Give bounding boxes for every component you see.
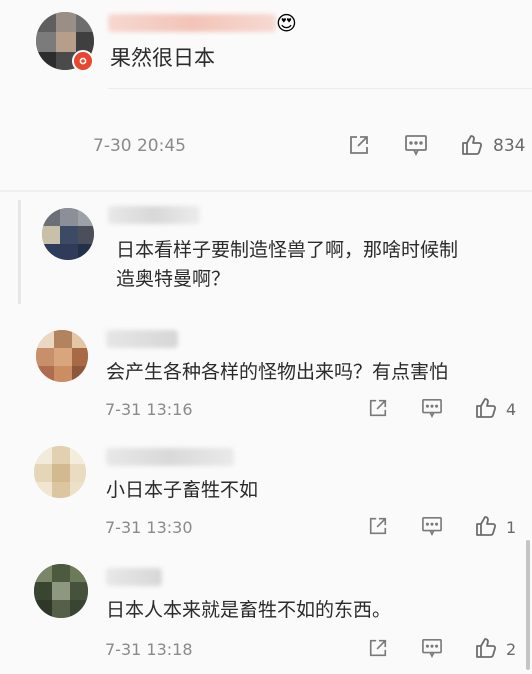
comment-timestamp: 7-31 13:30 xyxy=(105,518,193,537)
thumbs-up-icon[interactable] xyxy=(474,636,498,664)
like-count: 1 xyxy=(506,518,517,537)
like-count: 834 xyxy=(493,136,526,156)
quote-bar xyxy=(18,200,21,304)
username-blurred[interactable] xyxy=(108,14,276,32)
scrollbar[interactable] xyxy=(526,540,530,670)
username-blurred[interactable] xyxy=(106,448,234,466)
username-blurred[interactable] xyxy=(106,330,178,348)
like-count: 2 xyxy=(506,640,517,659)
comment-item: 日本看样子要制造怪兽了啊，那啥时候制造奥特曼啊？ xyxy=(0,192,532,312)
comment-text: 日本人本来就是畜牲不如的东西。 xyxy=(106,599,392,621)
share-icon[interactable] xyxy=(348,134,370,160)
comment-text: 会产生各种各样的怪物出来吗？有点害怕 xyxy=(106,361,449,383)
share-icon[interactable] xyxy=(368,516,388,540)
comment-icon[interactable] xyxy=(404,134,428,160)
avatar[interactable] xyxy=(34,446,86,498)
comment-timestamp: 7-30 20:45 xyxy=(93,136,186,156)
divider xyxy=(108,88,532,89)
comment-timestamp: 7-31 13:16 xyxy=(105,400,193,419)
username-blurred[interactable] xyxy=(108,206,200,224)
comment-text: 小日本子畜牲不如 xyxy=(106,479,259,501)
username-blurred[interactable] xyxy=(106,568,162,586)
comment-item: 😍 果然很日本 7-30 20:45 834 xyxy=(0,0,532,190)
thumbs-up-icon[interactable] xyxy=(474,514,498,542)
comment-item: 日本人本来就是畜牲不如的东西。 7-31 13:18 2 xyxy=(0,556,532,674)
like-count: 4 xyxy=(506,400,517,419)
comment-item: 小日本子畜牲不如 7-31 13:30 1 xyxy=(0,436,532,548)
comment-feed: 😍 果然很日本 7-30 20:45 834 日本看样子要制造怪兽了啊，那啥时候… xyxy=(0,0,532,674)
verified-badge-icon xyxy=(72,50,94,72)
comment-text: 果然很日本 xyxy=(110,46,215,70)
share-icon[interactable] xyxy=(368,638,388,662)
comment-icon[interactable] xyxy=(421,398,443,422)
comment-text: 日本看样子要制造怪兽了啊，那啥时候制造奥特曼啊？ xyxy=(116,239,459,291)
avatar[interactable] xyxy=(36,330,88,382)
heart-eyes-emoji-icon: 😍 xyxy=(276,11,297,35)
avatar[interactable] xyxy=(42,208,94,260)
comment-item: 会产生各种各样的怪物出来吗？有点害怕 7-31 13:16 4 xyxy=(0,318,532,434)
thumbs-up-icon[interactable] xyxy=(460,133,484,161)
share-icon[interactable] xyxy=(368,398,388,422)
avatar[interactable] xyxy=(34,564,88,618)
comment-timestamp: 7-31 13:18 xyxy=(105,640,193,659)
comment-icon[interactable] xyxy=(421,516,443,540)
comment-icon[interactable] xyxy=(421,638,443,662)
thumbs-up-icon[interactable] xyxy=(474,396,498,424)
